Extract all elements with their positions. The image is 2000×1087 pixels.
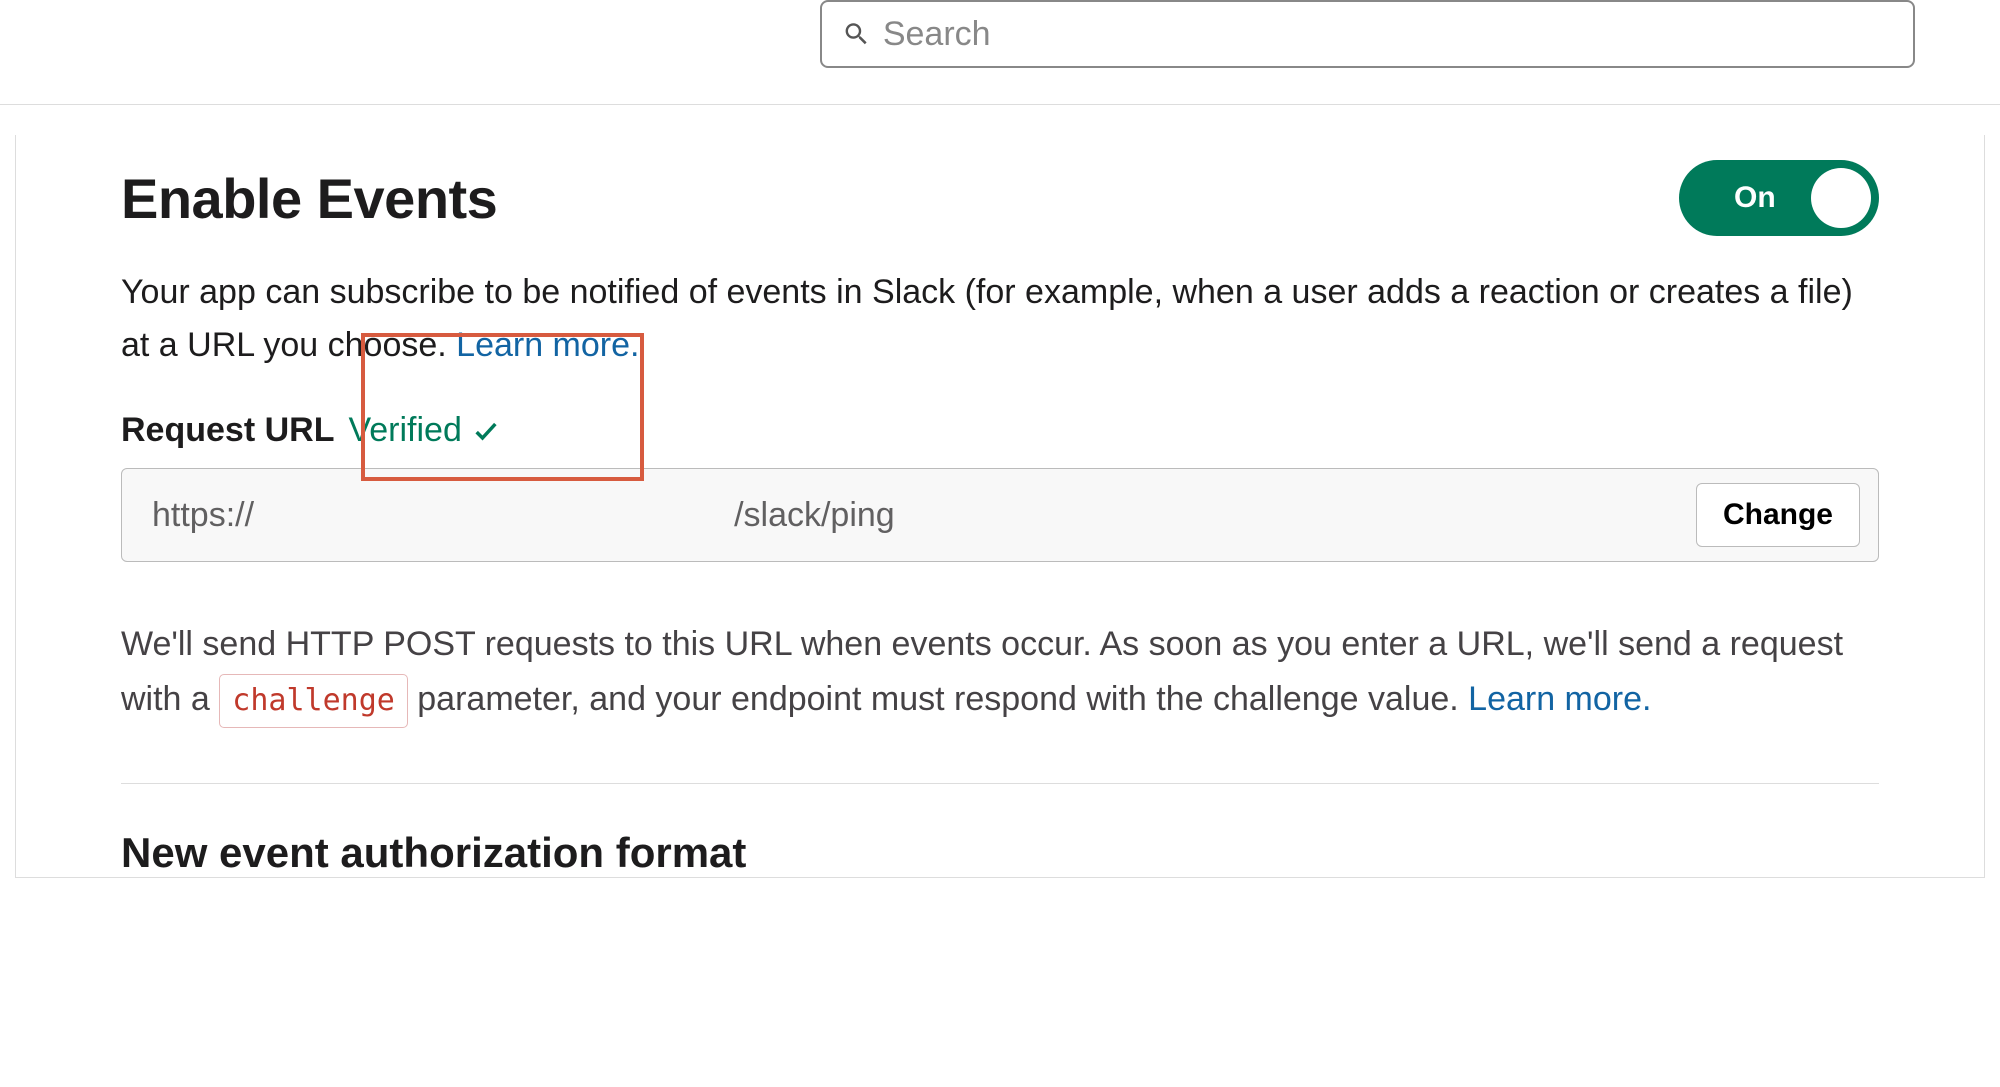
header-row: Enable Events On (121, 160, 1879, 236)
events-card: Enable Events On Your app can subscribe … (15, 135, 1985, 878)
description-pre: Your app can subscribe to be notified of… (121, 273, 1853, 364)
verified-badge: Verified (348, 411, 499, 450)
search-icon (842, 19, 871, 49)
divider (121, 783, 1879, 784)
explain-text: We'll send HTTP POST requests to this UR… (121, 617, 1879, 727)
request-url-value: https:// /slack/ping (152, 496, 895, 535)
toggle-label: On (1734, 181, 1776, 215)
explain-post: parameter, and your endpoint must respon… (408, 680, 1468, 718)
request-url-label-row: Request URL Verified (121, 411, 1879, 450)
next-section-heading: New event authorization format (121, 829, 1879, 877)
toggle-knob (1811, 168, 1871, 228)
request-url-box: https:// /slack/ping Change (121, 468, 1879, 562)
learn-more-link[interactable]: Learn more. (456, 326, 639, 364)
url-scheme: https:// (152, 496, 254, 534)
verified-text: Verified (348, 411, 461, 450)
section-title: Enable Events (121, 166, 497, 231)
enable-events-toggle[interactable]: On (1679, 160, 1879, 236)
description-text: Your app can subscribe to be notified of… (121, 266, 1879, 371)
check-icon (472, 417, 500, 445)
url-path: /slack/ping (734, 496, 895, 534)
request-url-label: Request URL (121, 411, 334, 450)
change-button[interactable]: Change (1696, 483, 1860, 547)
top-bar (0, 0, 2000, 105)
learn-more-link-2[interactable]: Learn more. (1468, 680, 1651, 718)
challenge-code: challenge (219, 674, 408, 728)
search-box[interactable] (820, 0, 1915, 68)
search-input[interactable] (883, 15, 1893, 54)
content-area: Enable Events On Your app can subscribe … (0, 105, 2000, 878)
